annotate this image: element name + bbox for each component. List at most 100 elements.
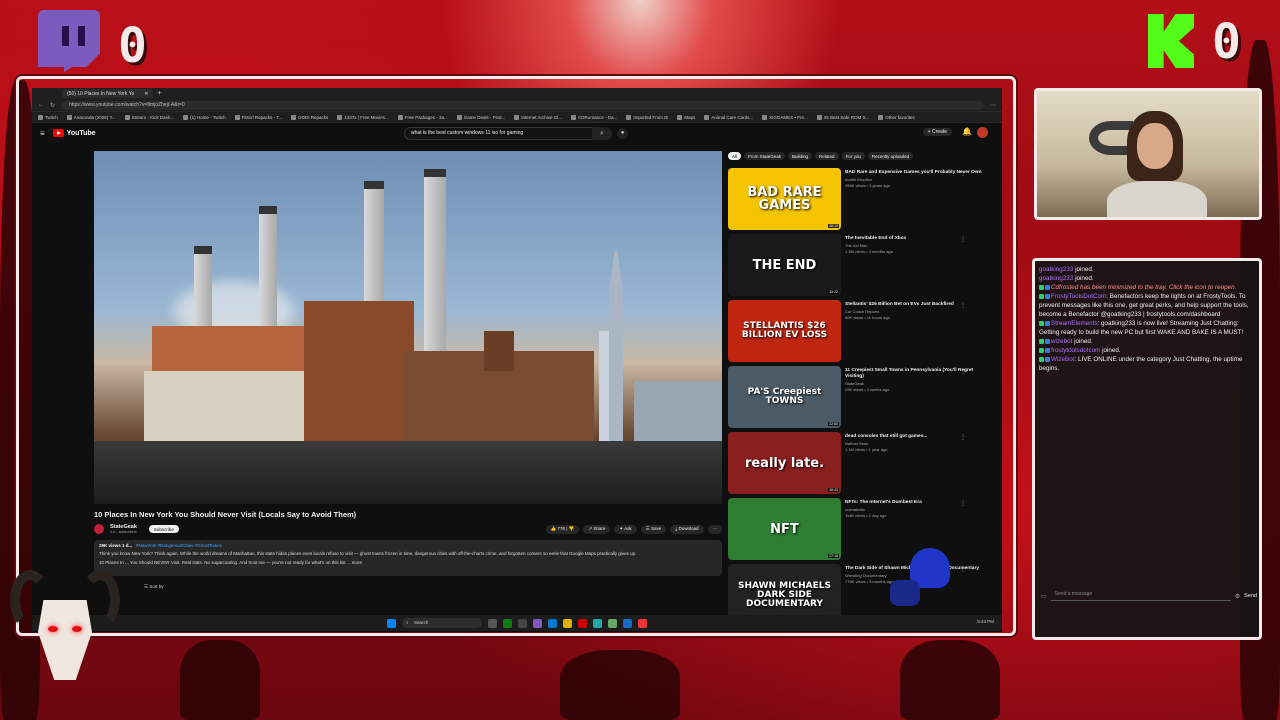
edge-icon[interactable] — [548, 618, 557, 628]
subscribe-button[interactable]: Subscribe — [148, 525, 179, 533]
app-icon[interactable] — [593, 618, 602, 628]
bookmark-item[interactable]: Maps — [677, 115, 695, 120]
recommended-channel[interactable]: Austin Eruption — [845, 177, 990, 182]
chat-username[interactable]: goatking233 — [1039, 266, 1073, 273]
back-icon[interactable]: ← — [38, 102, 44, 108]
create-button[interactable]: + Create — [922, 128, 952, 136]
download-button[interactable]: ⤓ Download — [670, 524, 704, 534]
recommended-title[interactable]: 11 Creepiest Small Towns in Pennsylvania… — [845, 368, 990, 380]
recommended-channel[interactable]: StateGeak — [845, 381, 990, 386]
bookmark-item[interactable]: DODI Repacks — [291, 115, 328, 120]
bookmark-item[interactable]: Internet Archive Gl... — [514, 115, 562, 120]
bookmark-item[interactable]: FitGirl Repacks - T... — [235, 115, 283, 120]
search-input[interactable]: what is the best custom windows 11 iso f… — [404, 127, 594, 140]
bookmark-item[interactable]: Anaconda (2025) Y... — [67, 115, 116, 120]
mic-icon[interactable]: ● — [617, 128, 628, 139]
system-tray-clock[interactable]: 5:43 PM — [977, 619, 994, 624]
recommended-video[interactable]: BAD RARE GAMES 28:12 BAD Rare and Expensiv… — [728, 168, 990, 230]
video-player[interactable] — [94, 151, 722, 504]
recommended-video[interactable]: STELLANTIS $26 BILLION EV LOSS Stellantis… — [728, 300, 990, 362]
bookmark-item[interactable]: Game Deals - Find... — [457, 115, 506, 120]
url-field[interactable]: https://www.youtube.com/watch?v=8mjoZhej… — [61, 100, 984, 110]
task-view-icon[interactable] — [488, 618, 497, 628]
browser-tab[interactable]: (50) 10 Places In New York Yo ✕ — [62, 89, 154, 98]
recommended-channel[interactable]: Car Coach Reports — [845, 309, 990, 314]
bookmark-item[interactable]: Free Packages - 3a... — [398, 115, 448, 120]
filter-chip[interactable]: From StateGeak — [744, 152, 786, 160]
video-thumbnail[interactable]: really late. 46:43 — [728, 432, 841, 494]
hashtags[interactable]: #NewYork #DangerousCities #GhostTowns — [136, 543, 222, 548]
sort-comments-button[interactable]: ☰ Sort by — [144, 584, 164, 590]
app-icon[interactable] — [638, 618, 647, 628]
recommended-channel[interactable]: Nathan Sean — [845, 441, 990, 446]
chat-settings-icon[interactable]: ▭ — [1041, 593, 1047, 600]
video-thumbnail[interactable]: THE END 33:22 — [728, 234, 841, 296]
more-icon[interactable]: ⋯ — [707, 524, 722, 534]
video-description[interactable]: 29K views 1 d... #NewYork #DangerousCiti… — [94, 540, 722, 576]
share-button[interactable]: ↗ Share — [583, 524, 611, 534]
like-button[interactable]: 👍 776 | 👎 — [545, 524, 580, 534]
search-icon[interactable]: ⌕ — [592, 127, 612, 140]
recommended-video[interactable]: THE END 33:22 The Inevitable End of Xbox Th… — [728, 234, 990, 296]
recommended-title[interactable]: dead consoles that still got games... — [845, 434, 990, 440]
folder-icon[interactable] — [563, 618, 572, 628]
app-icon[interactable] — [578, 618, 587, 628]
video-thumbnail[interactable]: NFT 27:16 — [728, 498, 841, 560]
app-icon[interactable] — [608, 618, 617, 628]
bookmark-item[interactable]: Animal Care Cards... — [704, 115, 753, 120]
recommended-video[interactable]: really late. 46:43 dead consoles that stil… — [728, 432, 990, 494]
new-tab-icon[interactable]: + — [157, 90, 161, 97]
xbox-icon[interactable] — [503, 618, 512, 628]
chat-username[interactable]: frostytoolsdotcom — [1051, 347, 1100, 354]
menu-icon[interactable]: ⋯ — [990, 102, 996, 109]
filter-chip[interactable]: Building — [788, 152, 813, 160]
filter-chip[interactable]: Related — [815, 152, 839, 160]
bookmark-item[interactable]: (1) Home - Twitch — [183, 115, 225, 120]
taskbar-search[interactable]: ⌕ Search — [402, 618, 482, 628]
recommended-title[interactable]: BAD Rare and Expensive Games you'll Prob… — [845, 170, 990, 176]
bookmark-item[interactable]: Imported From IE — [626, 115, 668, 120]
bell-icon[interactable]: 🔔 — [962, 127, 972, 136]
filter-chip[interactable]: Recently uploaded — [867, 152, 914, 160]
bookmark-item[interactable]: CDRomance - Da... — [571, 115, 617, 120]
more-vert-icon[interactable]: ⋮ — [960, 236, 966, 243]
more-vert-icon[interactable]: ⋮ — [960, 170, 966, 177]
more-vert-icon[interactable]: ⋮ — [960, 434, 966, 441]
recommended-channel[interactable]: The Act Man — [845, 243, 990, 248]
filter-chip[interactable]: All — [728, 152, 742, 160]
bookmark-item[interactable]: XIGGAMES • Fre... — [762, 115, 808, 120]
chat-input[interactable]: Send a message — [1050, 591, 1231, 601]
chat-username[interactable]: FrostyToolsDotCom — [1051, 293, 1106, 300]
chat-username[interactable]: WizeBot — [1051, 356, 1074, 363]
close-icon[interactable]: ✕ — [144, 91, 148, 97]
bookmark-item[interactable]: 1337x | Free Movies... — [337, 115, 388, 120]
youtube-logo[interactable]: YouTube — [52, 129, 96, 137]
recommended-title[interactable]: The Inevitable End of Xbox — [845, 236, 990, 242]
app-icon[interactable] — [518, 618, 527, 628]
more-vert-icon[interactable]: ⋮ — [960, 500, 966, 507]
chat-username[interactable]: wizebot — [1051, 338, 1072, 345]
video-thumbnail[interactable]: STELLANTIS $26 BILLION EV LOSS — [728, 300, 841, 362]
steam-icon[interactable] — [623, 618, 632, 628]
recommended-video[interactable]: PA'S Creepiest TOWNS 22:50 11 Creepiest Sm… — [728, 366, 990, 428]
reload-icon[interactable]: ↻ — [50, 102, 55, 109]
chat-username[interactable]: goatking233 — [1039, 275, 1073, 282]
video-thumbnail[interactable]: BAD RARE GAMES 28:12 — [728, 168, 841, 230]
bookmark-item[interactable]: Stream - Kick Dash... — [125, 115, 175, 120]
recommended-channel[interactable]: mamabella — [845, 507, 990, 512]
twitch-app-icon[interactable] — [533, 618, 542, 628]
avatar[interactable] — [977, 127, 988, 138]
more-vert-icon[interactable]: ⋮ — [960, 302, 966, 309]
chat-username[interactable]: StreamElements — [1051, 320, 1098, 327]
filter-chip[interactable]: For you — [841, 152, 865, 160]
recommended-title[interactable]: Stellantis' $26 Billion Bet on EVs Just … — [845, 302, 990, 308]
hamburger-icon[interactable]: ≡ — [40, 129, 45, 138]
video-thumbnail[interactable]: PA'S Creepiest TOWNS 22:50 — [728, 366, 841, 428]
windows-start-icon[interactable] — [387, 618, 396, 628]
bookmark-item[interactable]: 25 Best Safe ROM S... — [817, 115, 870, 120]
bookmark-item[interactable]: Twitch — [38, 115, 58, 120]
gear-icon[interactable]: ⚙ — [1235, 593, 1240, 600]
channel-avatar[interactable] — [94, 524, 104, 534]
recommended-title[interactable]: NFTs: The Internet's Dumbest Era — [845, 500, 990, 506]
save-button[interactable]: ☰ Save — [640, 524, 667, 534]
